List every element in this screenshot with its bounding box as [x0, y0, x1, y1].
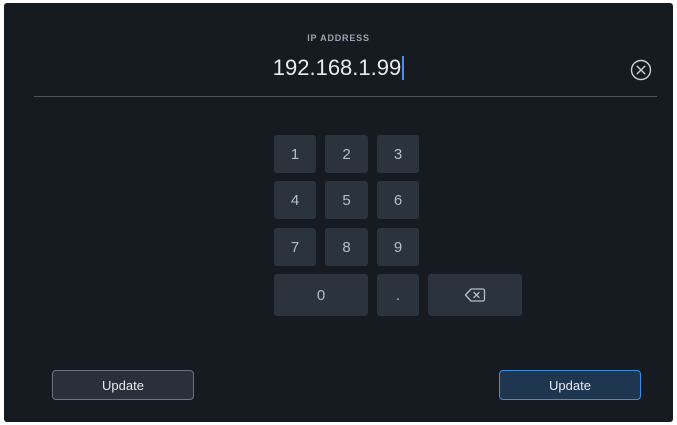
text-caret [402, 56, 405, 80]
key-7[interactable]: 7 [274, 228, 316, 266]
key-8[interactable]: 8 [325, 228, 368, 266]
key-9[interactable]: 9 [377, 228, 419, 266]
key-dot[interactable]: . [377, 274, 419, 316]
key-4[interactable]: 4 [274, 181, 316, 219]
field-label: IP ADDRESS [307, 33, 370, 43]
update-button-left[interactable]: Update [52, 370, 194, 400]
input-divider [34, 96, 657, 97]
key-5[interactable]: 5 [325, 181, 368, 219]
key-3[interactable]: 3 [377, 135, 419, 173]
ip-address-value: 192.168.1.99 [272, 55, 402, 80]
update-button-right[interactable]: Update [499, 370, 641, 400]
backspace-key[interactable] [428, 274, 522, 316]
clear-button[interactable] [629, 58, 653, 82]
close-circle-icon [630, 59, 652, 81]
backspace-icon [464, 288, 486, 302]
key-0[interactable]: 0 [274, 274, 368, 316]
key-6[interactable]: 6 [377, 181, 419, 219]
key-1[interactable]: 1 [274, 135, 316, 173]
ip-address-input[interactable]: 192.168.1.99 [4, 55, 673, 81]
ip-address-screen: IP ADDRESS 192.168.1.99 1 2 3 4 5 6 7 8 … [4, 3, 673, 422]
key-2[interactable]: 2 [325, 135, 368, 173]
